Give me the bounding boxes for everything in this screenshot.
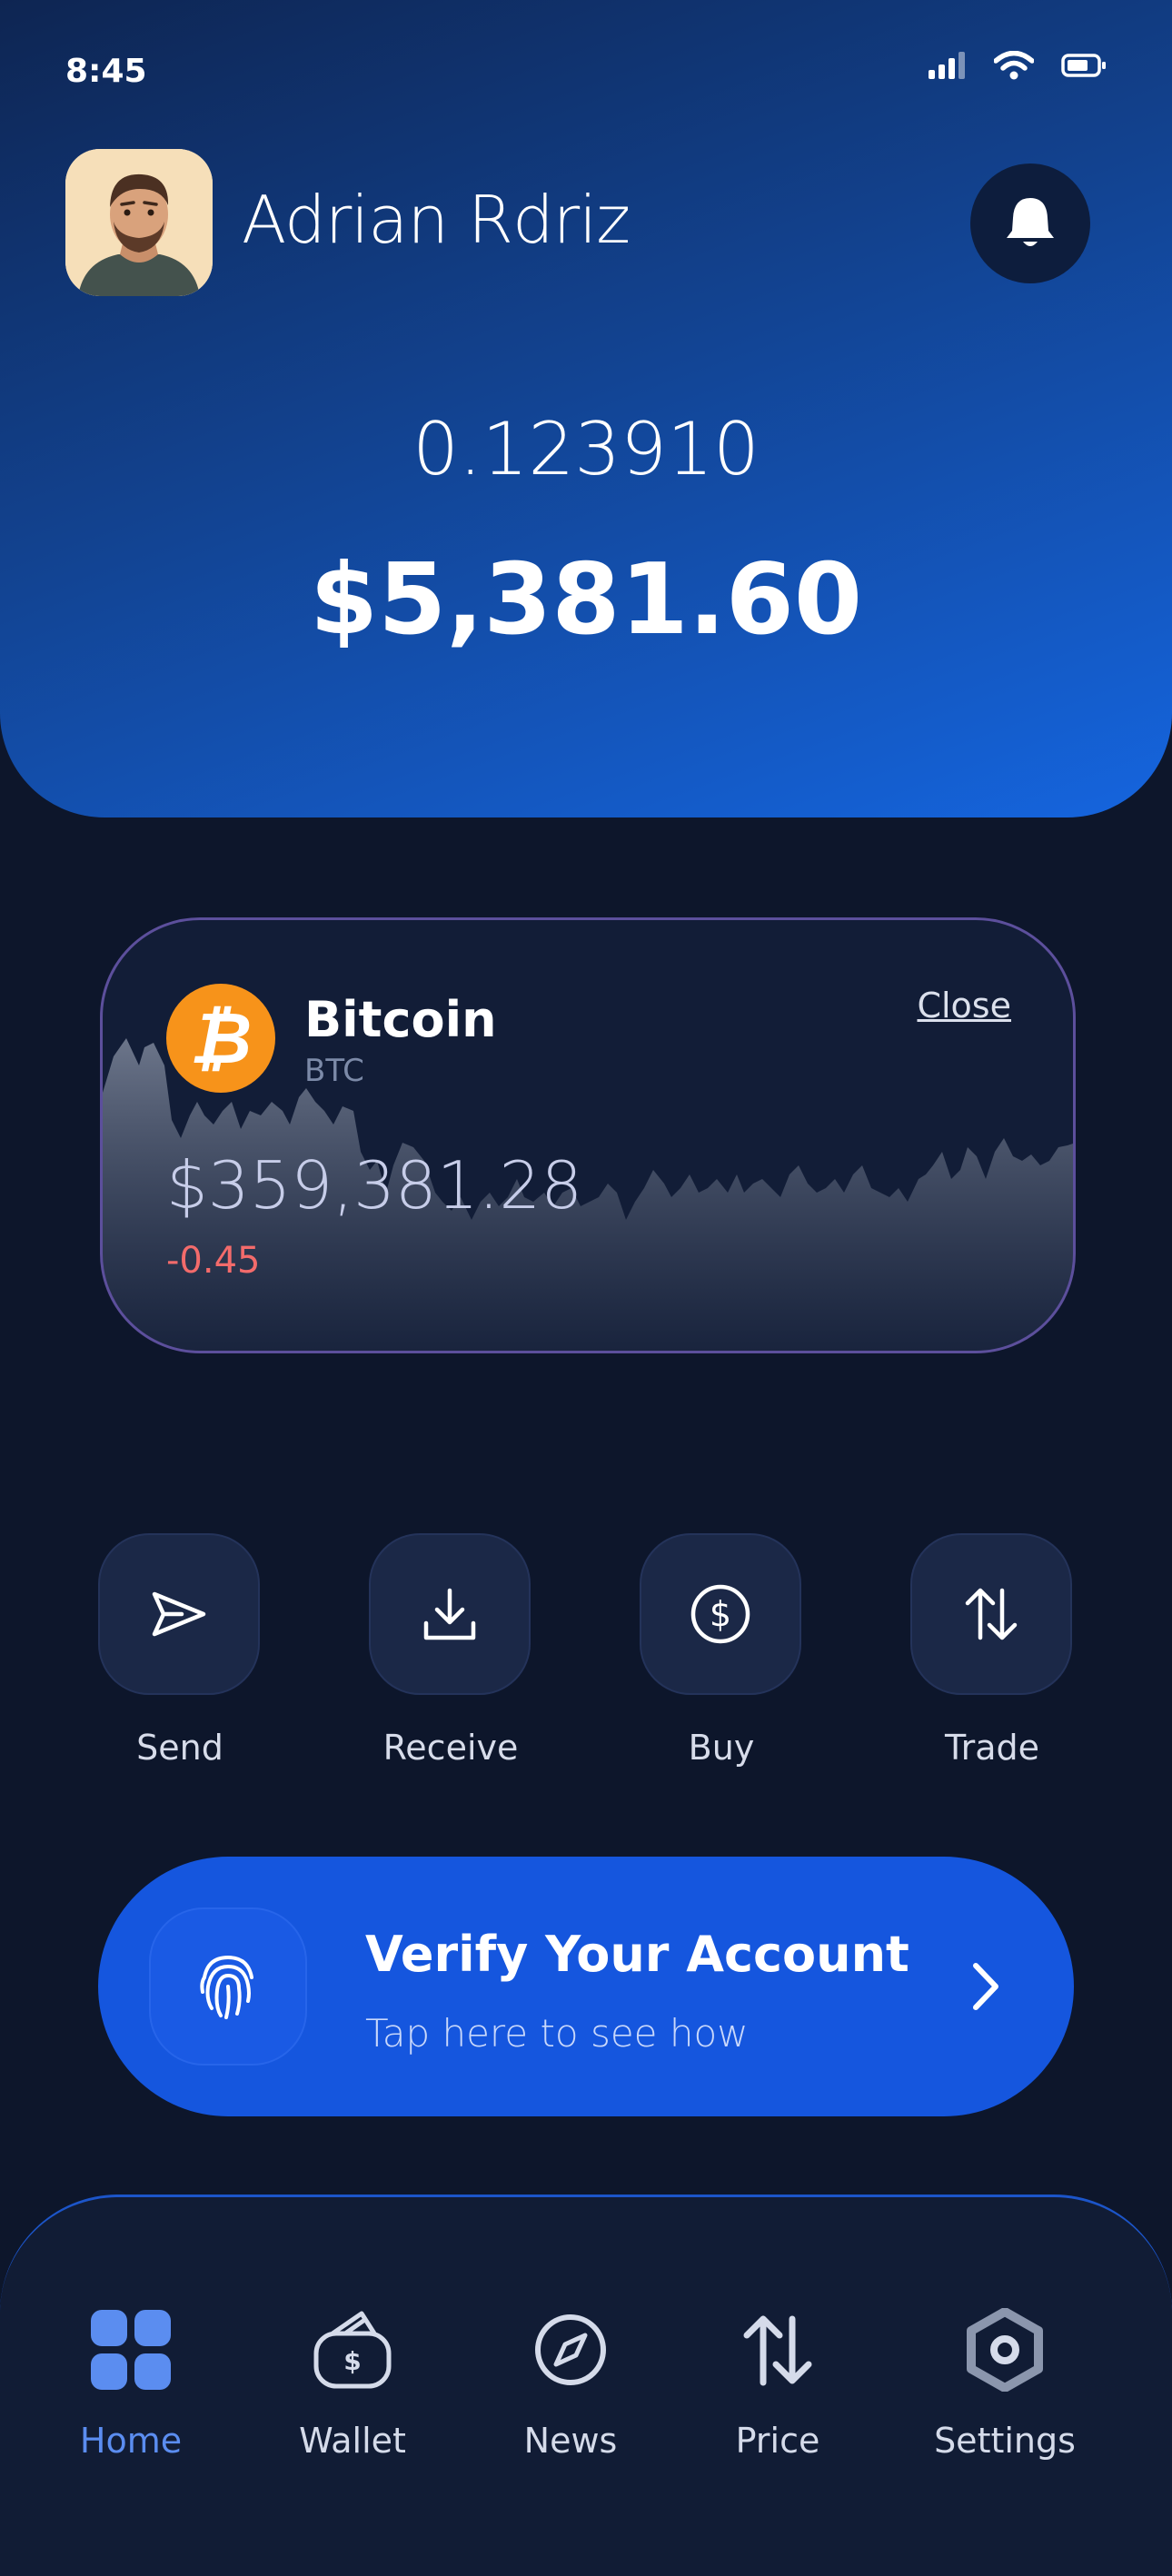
trade-label: Trade bbox=[944, 1728, 1040, 1768]
nav-news-label: News bbox=[523, 2421, 618, 2461]
swap-arrows-icon bbox=[965, 1588, 1018, 1640]
coin-price: $359,381.28 bbox=[166, 1147, 583, 1224]
receive-action[interactable]: Receive bbox=[369, 1533, 532, 1768]
trade-action[interactable]: Trade bbox=[910, 1533, 1074, 1768]
coin-symbol: BTC bbox=[304, 1053, 364, 1089]
svg-text:$: $ bbox=[343, 2346, 361, 2376]
crypto-balance: 0.123910 bbox=[412, 407, 760, 491]
send-label: Send bbox=[136, 1728, 223, 1768]
buy-button[interactable]: $ bbox=[640, 1533, 801, 1695]
header-panel: 8:45 Adrian Rdriz 0.123910 $5,381.60 bbox=[0, 0, 1172, 817]
buy-label: Buy bbox=[688, 1728, 755, 1768]
fiat-balance: $5,381.60 bbox=[309, 543, 863, 657]
verify-subtitle: Tap here to see how bbox=[365, 2011, 749, 2056]
notifications-button[interactable] bbox=[970, 163, 1090, 283]
fingerprint-icon bbox=[200, 1955, 253, 2019]
download-icon bbox=[423, 1588, 476, 1640]
send-action[interactable]: Send bbox=[98, 1533, 262, 1768]
avatar[interactable] bbox=[65, 149, 213, 296]
buy-action[interactable]: $ Buy bbox=[640, 1533, 803, 1768]
verify-account-banner[interactable]: Verify Your Account Tap here to see how bbox=[98, 1857, 1074, 2116]
send-button[interactable] bbox=[98, 1533, 260, 1695]
fingerprint-badge bbox=[149, 1907, 307, 2066]
send-icon bbox=[152, 1591, 206, 1637]
wallet-icon: $ bbox=[313, 2311, 392, 2389]
verify-title: Verify Your Account bbox=[365, 1926, 909, 1983]
nav-wallet[interactable]: $ Wallet bbox=[253, 2304, 452, 2461]
nav-home-label: Home bbox=[79, 2421, 183, 2461]
bottom-nav: Home $ Wallet News Price Settings bbox=[0, 2195, 1172, 2576]
hexagon-gear-icon bbox=[967, 2308, 1043, 2392]
wifi-icon bbox=[994, 51, 1034, 80]
nav-news[interactable]: News bbox=[471, 2304, 670, 2461]
swap-arrows-icon bbox=[743, 2315, 812, 2386]
coin-name: Bitcoin bbox=[304, 991, 497, 1048]
close-link[interactable]: Close bbox=[917, 986, 1011, 1025]
receive-label: Receive bbox=[382, 1728, 519, 1768]
svg-text:$: $ bbox=[710, 1594, 731, 1634]
nav-wallet-label: Wallet bbox=[299, 2421, 406, 2461]
nav-settings[interactable]: Settings bbox=[905, 2304, 1105, 2461]
nav-home[interactable]: Home bbox=[31, 2304, 231, 2461]
compass-icon bbox=[535, 2314, 606, 2385]
trade-button[interactable] bbox=[910, 1533, 1072, 1695]
nav-price-label: Price bbox=[735, 2421, 820, 2461]
battery-icon bbox=[1061, 54, 1106, 77]
chevron-right-icon bbox=[973, 1963, 998, 2010]
bitcoin-logo-icon: ₿ bbox=[166, 984, 275, 1093]
grid-icon bbox=[91, 2310, 171, 2390]
coin-change: -0.45 bbox=[166, 1240, 261, 1282]
nav-price[interactable]: Price bbox=[678, 2304, 878, 2461]
avatar-portrait bbox=[65, 149, 213, 296]
dollar-coin-icon: $ bbox=[690, 1584, 750, 1644]
quick-actions: Send Receive $ Buy Trade bbox=[98, 1533, 1074, 1769]
nav-settings-label: Settings bbox=[934, 2421, 1076, 2461]
signal-icon bbox=[929, 52, 965, 79]
user-name: Adrian Rdriz bbox=[242, 182, 631, 258]
coin-card[interactable]: ₿ Bitcoin BTC Close $359,381.28 -0.45 bbox=[100, 917, 1076, 1353]
bell-icon bbox=[1007, 198, 1054, 246]
status-icons bbox=[929, 51, 1107, 80]
receive-button[interactable] bbox=[369, 1533, 531, 1695]
status-time: 8:45 bbox=[65, 53, 147, 90]
